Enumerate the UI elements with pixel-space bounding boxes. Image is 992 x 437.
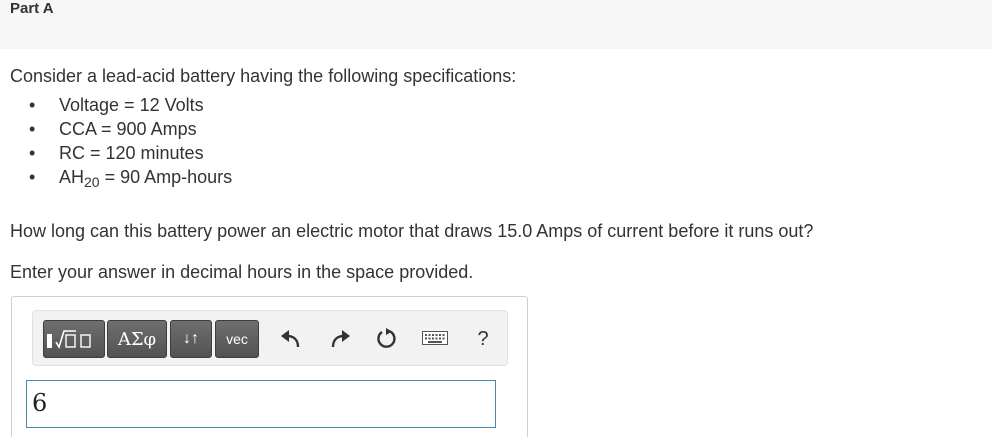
part-header: Part A: [0, 0, 992, 49]
keyboard-icon: [422, 331, 448, 345]
spec-text: RC = 120 minutes: [59, 143, 204, 163]
help-icon: ?: [477, 327, 489, 350]
part-title: Part A: [10, 0, 54, 17]
spec-item-cca: • CCA = 900 Amps: [29, 117, 970, 141]
reset-icon: [377, 328, 396, 348]
spec-item-rc: • RC = 120 minutes: [29, 141, 970, 165]
problem-intro: Consider a lead-acid battery having the …: [10, 66, 517, 86]
greek-icon: ΑΣφ: [117, 328, 157, 350]
answer-box: ΑΣφ ↓↑ vec ? 6: [11, 296, 528, 437]
problem-statement: Consider a lead-acid battery having the …: [10, 64, 970, 189]
templates-icon: [47, 330, 91, 349]
bullet-icon: •: [29, 143, 36, 163]
redo-icon: [331, 330, 350, 348]
spec-item-ah20: • AH20 = 90 Amp-hours: [29, 165, 970, 189]
spec-prefix: AH: [59, 167, 85, 187]
keyboard-button[interactable]: [421, 325, 449, 353]
spec-text: CCA = 900 Amps: [59, 119, 197, 139]
spec-list: • Voltage = 12 Volts • CCA = 900 Amps • …: [29, 93, 970, 189]
vec-icon: vec: [226, 331, 248, 347]
undo-button[interactable]: [277, 325, 305, 353]
bullet-icon: •: [29, 119, 36, 139]
instruction-text: Enter your answer in decimal hours in th…: [10, 262, 474, 282]
subsup-icon: ↓↑: [183, 330, 199, 347]
spec-text: Voltage = 12 Volts: [59, 95, 204, 115]
bullet-icon: •: [29, 167, 36, 187]
vector-button[interactable]: vec: [215, 320, 259, 358]
spec-item-voltage: • Voltage = 12 Volts: [29, 93, 970, 117]
question-text: How long can this battery power an elect…: [10, 221, 814, 241]
redo-button[interactable]: [326, 325, 354, 353]
answer-input[interactable]: 6: [26, 380, 496, 428]
spec-subscript: 20: [84, 174, 100, 190]
greek-button[interactable]: ΑΣφ: [107, 320, 167, 358]
math-toolbar: ΑΣφ ↓↑ vec ?: [32, 310, 508, 366]
templates-button[interactable]: [43, 320, 105, 358]
spec-suffix: = 90 Amp-hours: [99, 167, 233, 187]
reset-button[interactable]: [373, 325, 401, 353]
help-button[interactable]: ?: [469, 325, 497, 353]
undo-icon: [281, 330, 300, 348]
subscript-superscript-button[interactable]: ↓↑: [170, 320, 212, 358]
bullet-icon: •: [29, 95, 36, 115]
